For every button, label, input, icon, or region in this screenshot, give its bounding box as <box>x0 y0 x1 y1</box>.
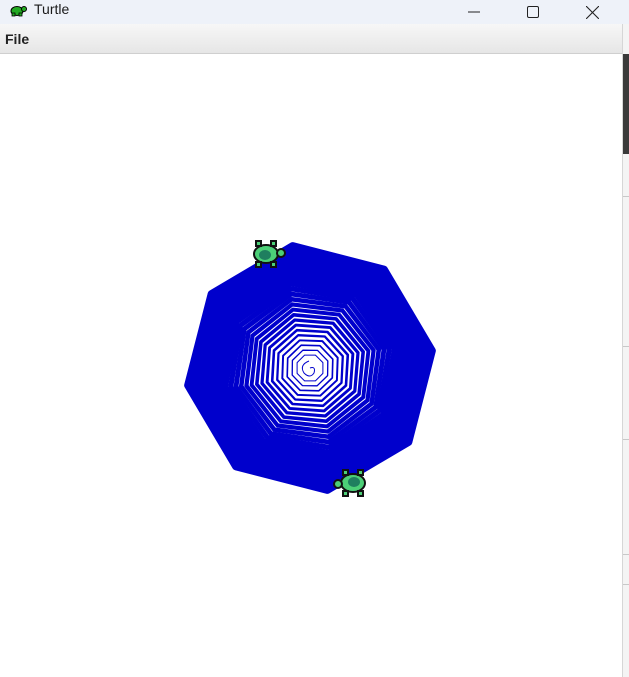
edge-tick <box>623 439 629 440</box>
edge-tick <box>623 346 629 347</box>
window-right-edge <box>622 24 629 677</box>
maximize-button[interactable] <box>504 0 562 24</box>
turtle-canvas[interactable] <box>0 54 622 677</box>
edge-shadow <box>623 54 629 154</box>
menu-file[interactable]: File <box>5 31 29 47</box>
close-icon <box>585 5 599 19</box>
edge-tick <box>623 554 629 555</box>
maximize-icon <box>527 6 539 18</box>
window-title: Turtle <box>34 1 70 17</box>
edge-tick <box>623 584 629 585</box>
menu-bar: File <box>0 24 622 54</box>
minimize-icon <box>468 11 480 13</box>
edge-tick <box>623 196 629 197</box>
spiral-center <box>301 360 315 377</box>
title-bar: Turtle <box>0 0 629 24</box>
drawing-surface <box>184 240 436 497</box>
turtle-icon <box>10 6 27 17</box>
minimize-button[interactable] <box>445 0 503 24</box>
close-button[interactable] <box>563 0 621 24</box>
